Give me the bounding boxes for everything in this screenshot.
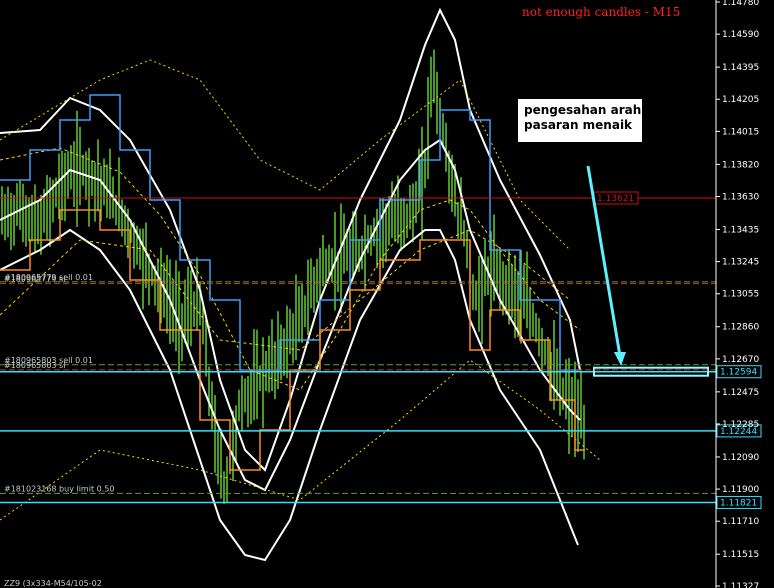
y-tick-label: 1.12860	[722, 323, 759, 333]
order-line-label: #180965779 sl	[4, 275, 65, 284]
footer-label: ZZ9 (3x334-M54/105-02	[4, 579, 102, 588]
y-tick-label: 1.13055	[722, 290, 759, 300]
ma-line-3	[0, 359, 601, 521]
y-tick-label: 1.12285	[722, 420, 759, 430]
y-tick-label: 1.11515	[722, 550, 759, 560]
level-tag-label: 1.13621	[597, 194, 634, 204]
y-tick-label: 1.14015	[722, 127, 759, 137]
chart-svg: 1.136211.125941.122441.118211.11247#1809…	[0, 0, 762, 588]
chart: 1.136211.125941.122441.118211.11247#1809…	[0, 0, 774, 588]
y-tick-label: 1.14780	[722, 0, 759, 8]
annotation-line-1: pengesahan arah	[524, 103, 642, 117]
y-tick-label: 1.14590	[722, 30, 759, 40]
y-tick-label: 1.11900	[722, 485, 759, 495]
level-tag-label: 1.11821	[720, 498, 757, 508]
order-line-label: #181023168 buy limit 0.50	[4, 484, 114, 493]
y-tick-label: 1.13820	[722, 160, 759, 170]
y-tick-label: 1.11327	[722, 582, 759, 588]
y-tick-label: 1.12475	[722, 388, 759, 398]
annotation-line-2: pasaran menaik	[524, 118, 633, 132]
y-tick-label: 1.14395	[722, 63, 759, 73]
y-tick-label: 1.12670	[722, 355, 759, 365]
y-tick-label: 1.11710	[722, 517, 759, 527]
envelopes-layer	[0, 7, 601, 562]
y-tick-label: 1.14205	[722, 95, 759, 105]
y-tick-label: 1.12090	[722, 453, 759, 463]
annotation-box: pengesahan arah pasaran menaik	[518, 99, 642, 142]
order-line-label: #180965803 sl	[4, 361, 65, 370]
y-tick-label: 1.13630	[722, 192, 759, 202]
chart-title: not enough candles - M15	[522, 5, 680, 19]
y-tick-label: 1.13245	[722, 258, 759, 268]
level-tag-label: 1.12594	[720, 368, 757, 378]
y-tick-label: 1.13435	[722, 225, 759, 235]
